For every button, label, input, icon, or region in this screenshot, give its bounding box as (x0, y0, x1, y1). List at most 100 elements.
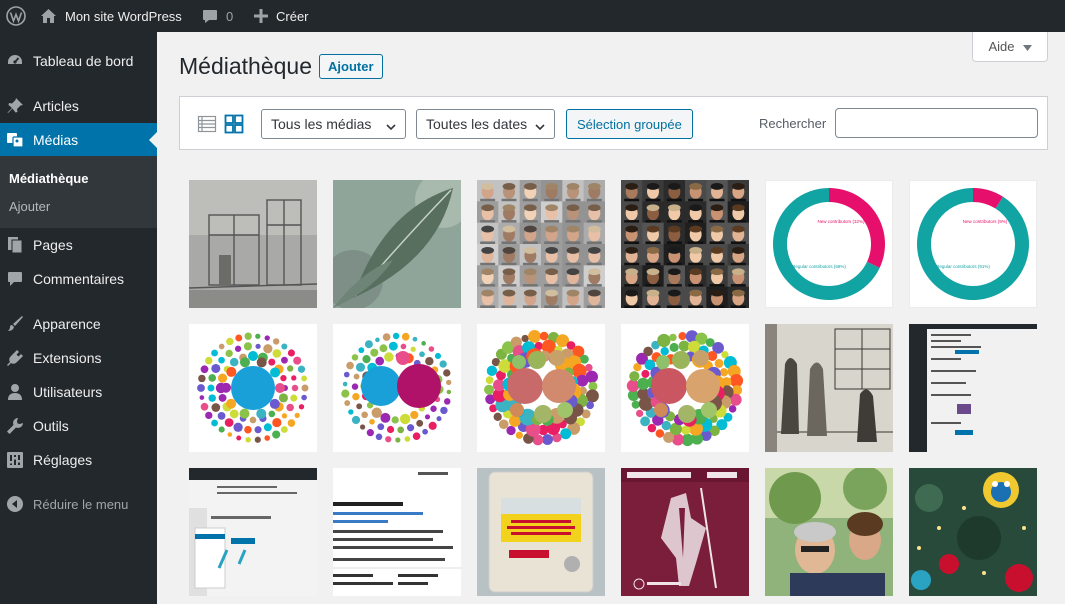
media-item[interactable] (333, 324, 461, 452)
media-item[interactable]: New contributors (32%) Regular contributo… (765, 180, 893, 308)
media-item[interactable] (621, 324, 749, 452)
christmas-tree-photo-image (909, 468, 1037, 596)
donut-chart-image: New contributors (32%) Regular contributo… (773, 188, 885, 300)
admin-sidebar: Tableau de bord Articles Médias Médiathè… (0, 32, 157, 604)
sidebar-item-dashboard[interactable]: Tableau de bord (0, 44, 157, 78)
sidebar-item-label: Articles (33, 98, 79, 114)
date-filter-value: Toutes les dates (426, 116, 528, 132)
chevron-down-icon (386, 119, 396, 135)
media-item[interactable] (477, 468, 605, 596)
sidebar-item-users[interactable]: Utilisateurs (0, 375, 157, 409)
sidebar-item-settings[interactable]: Réglages (0, 443, 157, 477)
sidebar-item-label: Extensions (33, 350, 102, 366)
media-item[interactable] (765, 468, 893, 596)
site-home-link[interactable]: Mon site WordPress (40, 0, 182, 32)
caret-down-icon (1022, 39, 1032, 54)
media-item[interactable] (477, 180, 605, 308)
leaf-photo-image (333, 180, 461, 308)
dashboard-icon (6, 52, 24, 70)
sidebar-item-label: Tableau de bord (33, 53, 134, 69)
wordpress-logo-icon[interactable] (6, 0, 26, 32)
bubble-chart-image (189, 324, 317, 452)
submenu-item-add-new[interactable]: Ajouter (9, 199, 50, 214)
collapse-arrow-icon (6, 495, 24, 513)
bulk-select-button[interactable]: Sélection groupée (566, 109, 693, 139)
list-view-icon[interactable] (197, 114, 217, 134)
comments-icon (6, 270, 24, 288)
media-item[interactable] (333, 180, 461, 308)
submenu-item-media-library[interactable]: Médiathèque (9, 171, 88, 186)
media-item[interactable] (621, 180, 749, 308)
media-item[interactable] (189, 468, 317, 596)
donut-label: Regular contributors (68%) (792, 264, 846, 269)
media-item[interactable] (909, 324, 1037, 452)
sidebar-item-plugins[interactable]: Extensions (0, 341, 157, 375)
media-item[interactable]: New contributors (9%) Regular contributor… (909, 180, 1037, 308)
sidebar-item-pages[interactable]: Pages (0, 228, 157, 262)
vintage-photo-image (189, 180, 317, 308)
settings-icon (6, 451, 24, 469)
media-item[interactable] (333, 468, 461, 596)
sidebar-item-articles[interactable]: Articles (0, 89, 157, 123)
site-name: Mon site WordPress (65, 8, 182, 24)
media-toolbar: Tous les médias Toutes les dates Sélecti… (179, 96, 1048, 150)
sidebar-item-media[interactable]: Médias (0, 123, 157, 157)
admin-bar: Mon site WordPress 0 Créer (0, 0, 1065, 32)
add-new-media-button[interactable]: Ajouter (319, 54, 383, 79)
sidebar-item-label: Réglages (33, 452, 93, 468)
sidebar-item-label: Utilisateurs (33, 384, 103, 400)
donut-slice (829, 188, 885, 268)
media-type-filter-select[interactable]: Tous les médias (261, 109, 406, 139)
pushpin-icon (6, 97, 24, 115)
emergency-call-box-image (477, 468, 605, 596)
comments-count: 0 (226, 8, 234, 24)
sidebar-item-label: Outils (33, 418, 69, 434)
home-icon (40, 8, 57, 24)
search-input[interactable] (835, 108, 1038, 138)
collapse-menu-button[interactable]: Réduire le menu (0, 487, 157, 521)
media-item[interactable] (909, 468, 1037, 596)
comment-bubble-icon (202, 9, 218, 24)
new-content-label: Créer (276, 8, 309, 24)
wordpress-release-poster-image (621, 468, 749, 596)
collapse-menu-label: Réduire le menu (33, 496, 129, 512)
sidebar-item-label: Pages (33, 237, 73, 253)
media-item[interactable] (621, 468, 749, 596)
media-item[interactable] (765, 324, 893, 452)
page-title: Médiathèque (179, 53, 312, 79)
engraving-image (765, 324, 893, 452)
new-content-link[interactable]: Créer (254, 0, 309, 32)
bubble-chart-image (621, 324, 749, 452)
plugin-icon (6, 349, 24, 367)
wrench-icon (6, 417, 24, 435)
help-label: Aide (988, 39, 1015, 54)
sidebar-item-appearance[interactable]: Apparence (0, 307, 157, 341)
admin-screenshot-image (189, 468, 317, 596)
bubble-chart-image (477, 324, 605, 452)
date-filter-select[interactable]: Toutes les dates (416, 109, 555, 139)
media-item[interactable] (477, 324, 605, 452)
portrait-collage-image (621, 180, 749, 308)
search-label: Rechercher (759, 116, 827, 131)
donut-label: Regular contributors (91%) (936, 264, 990, 269)
admin-screenshot-image (909, 324, 1037, 452)
grid-view-icon[interactable] (224, 114, 244, 134)
media-item[interactable] (189, 180, 317, 308)
selfie-photo-image (765, 468, 893, 596)
sidebar-item-label: Commentaires (33, 271, 125, 287)
plus-icon (254, 9, 268, 23)
help-tab-button[interactable]: Aide (972, 32, 1048, 62)
chevron-down-icon (535, 119, 545, 135)
sidebar-item-label: Apparence (33, 316, 101, 332)
donut-slice (917, 188, 1029, 300)
donut-label: New contributors (9%) (963, 219, 1008, 224)
media-type-filter-value: Tous les médias (271, 116, 372, 132)
brush-icon (6, 315, 24, 333)
media-item[interactable] (189, 324, 317, 452)
donut-label: New contributors (32%) (817, 219, 865, 224)
sidebar-item-label: Médias (33, 132, 79, 148)
sidebar-item-tools[interactable]: Outils (0, 409, 157, 443)
media-submenu: Médiathèque Ajouter (0, 156, 157, 228)
comments-link[interactable]: 0 (202, 0, 233, 32)
sidebar-item-comments[interactable]: Commentaires (0, 262, 157, 296)
